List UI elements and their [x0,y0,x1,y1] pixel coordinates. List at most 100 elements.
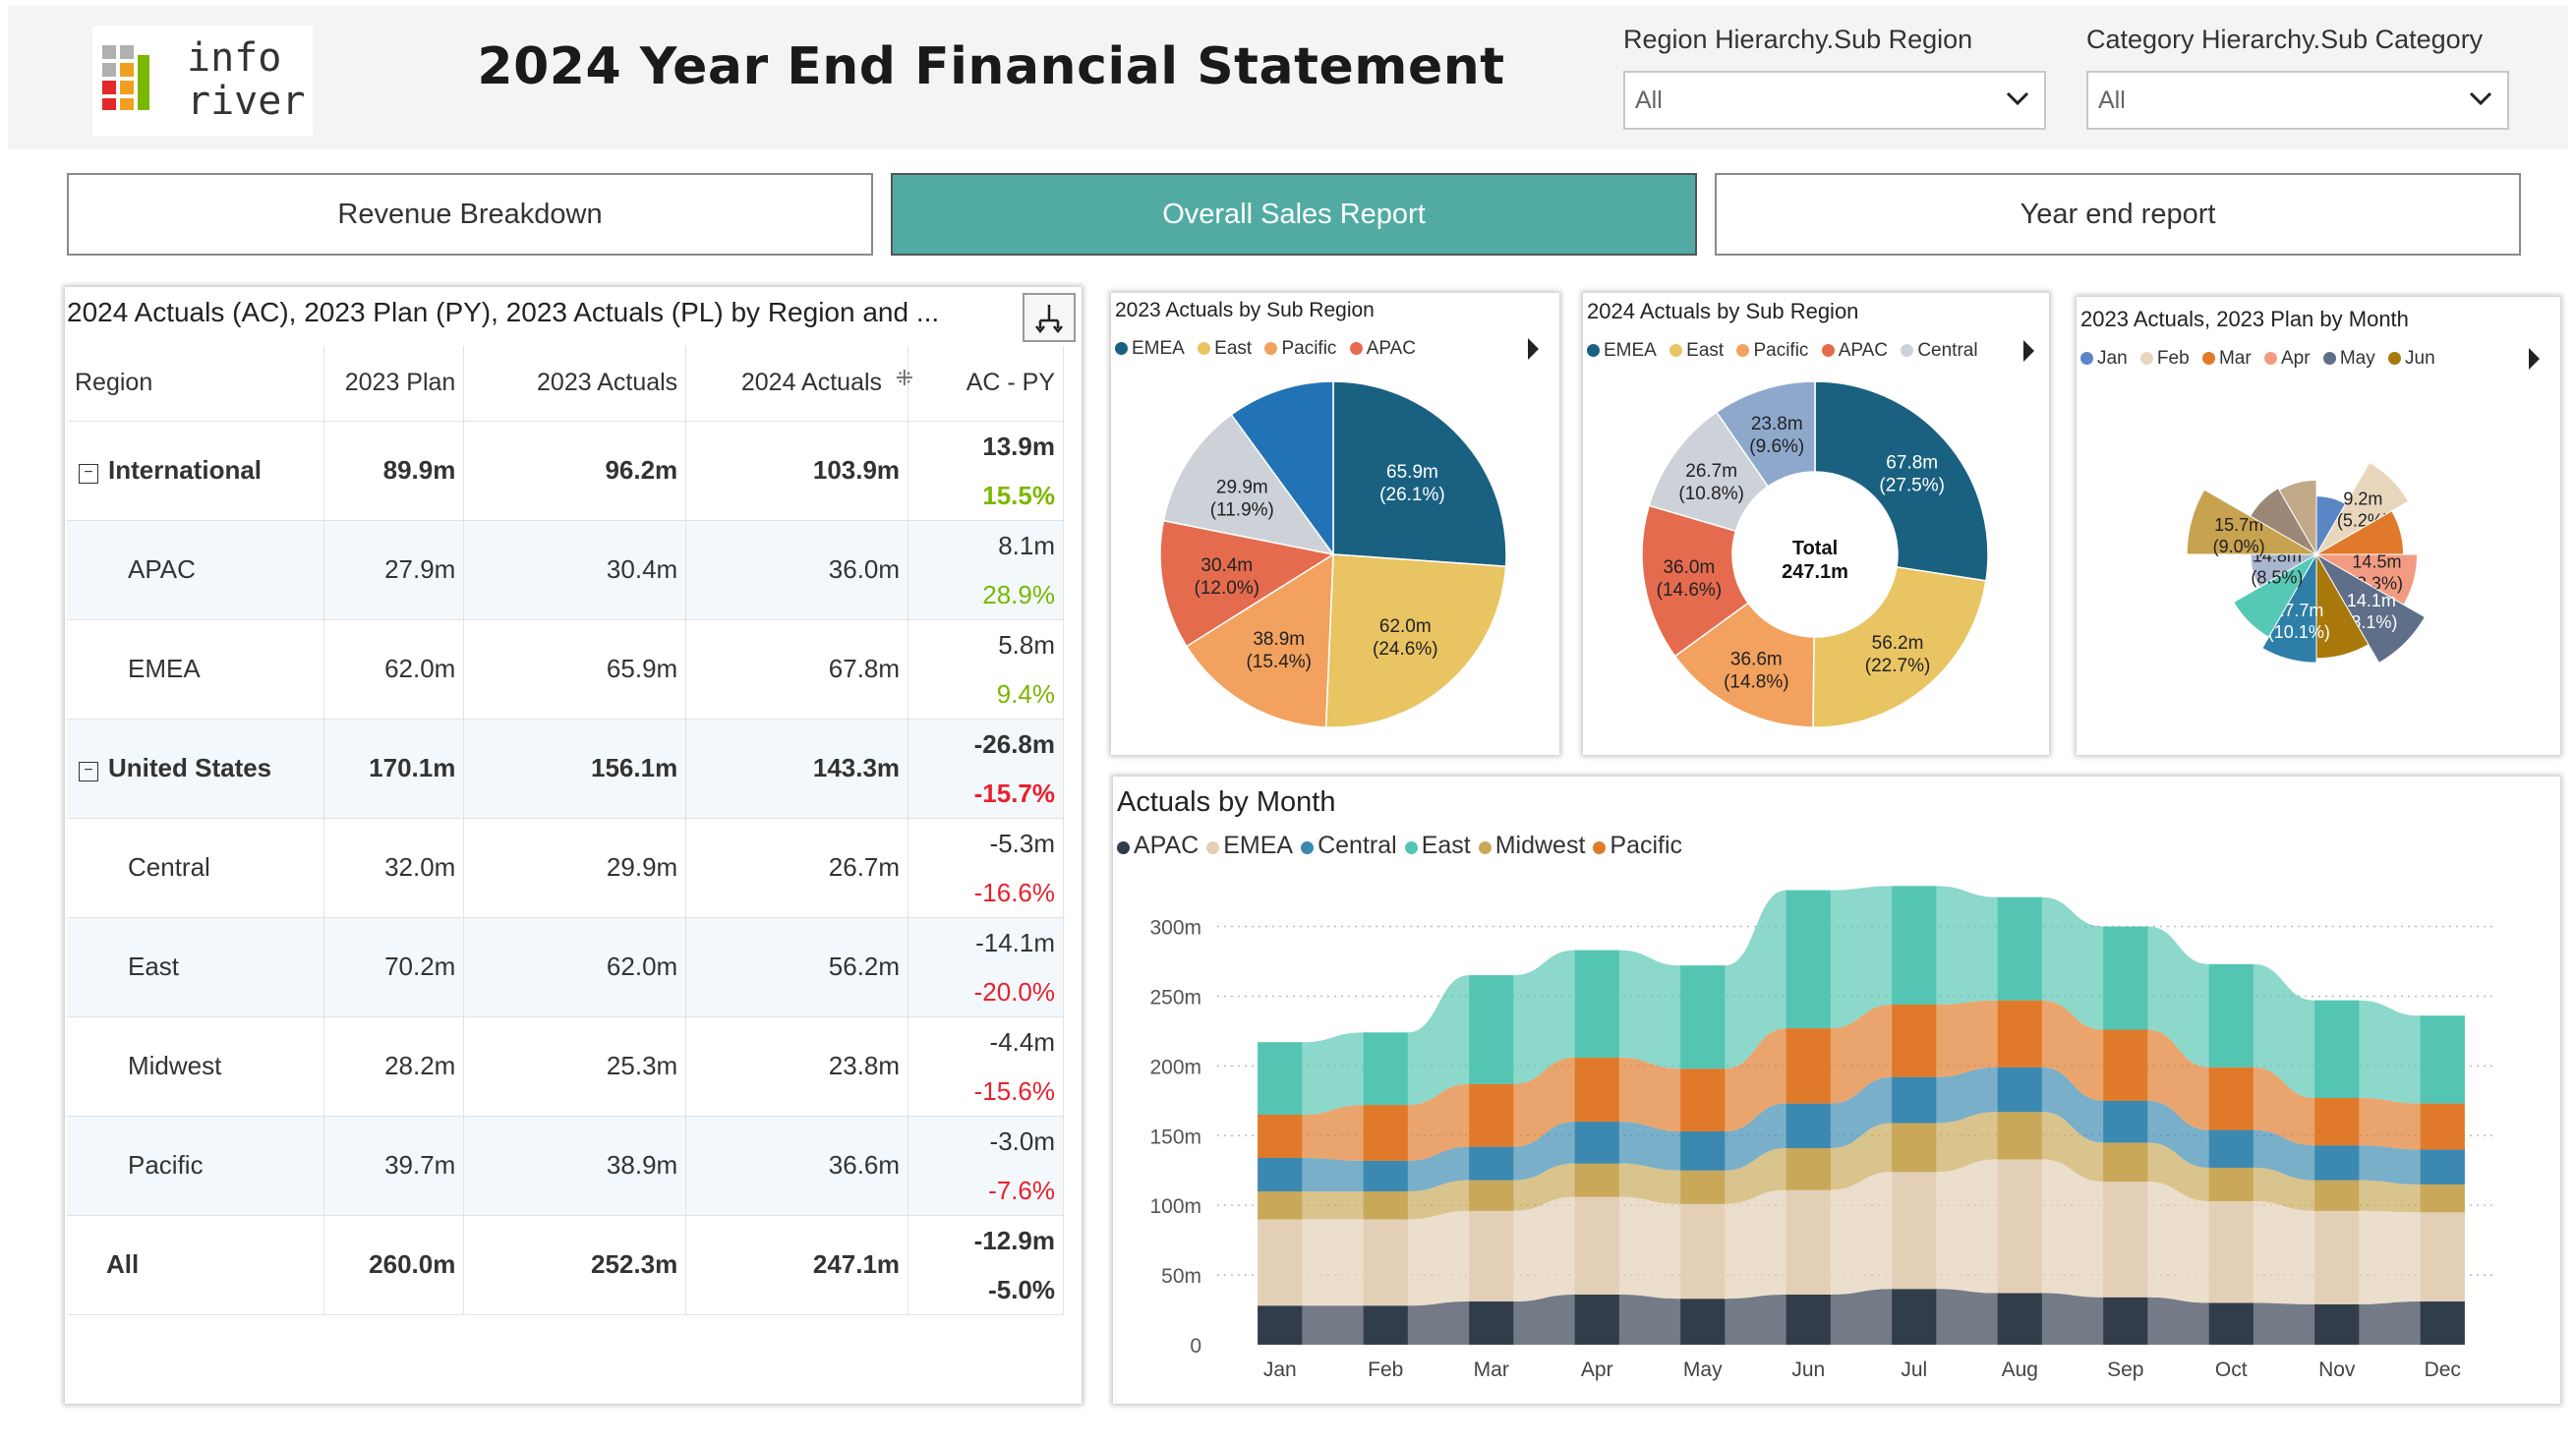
legend-item[interactable]: Mar [2201,348,2252,369]
table-row[interactable]: Pacific 39.7m 38.9m 36.6m -3.0m -7.6% [67,1116,1064,1216]
legend-item[interactable]: Pacific [1264,338,1336,359]
stack-segment[interactable] [2314,1210,2360,1304]
stack-segment[interactable] [1258,1191,1303,1220]
stack-segment[interactable] [1997,896,2042,1001]
stack-segment[interactable] [2103,1029,2148,1101]
stack-segment[interactable] [2314,1000,2360,1098]
tab-revenue-breakdown[interactable]: Revenue Breakdown [67,173,873,256]
stack-segment[interactable] [2208,1129,2254,1168]
stack-segment[interactable] [2420,1015,2465,1104]
table-row[interactable]: APAC 27.9m 30.4m 36.0m 8.1m 28.9% [67,520,1064,620]
stack-segment[interactable] [1786,1294,1831,1345]
stack-segment[interactable] [1363,1191,1408,1220]
collapse-icon[interactable]: − [79,464,98,484]
stack-segment[interactable] [2208,963,2254,1068]
stack-segment[interactable] [1680,1203,1726,1300]
stack-segment[interactable] [1469,1210,1514,1302]
stack-segment[interactable] [2103,1182,2148,1298]
stack-segment[interactable] [1574,1196,1619,1295]
stack-segment[interactable] [1786,1028,1831,1104]
table-row[interactable]: − International 89.9m 96.2m 103.9m 13.9m 1… [67,421,1064,521]
legend-item[interactable]: EMEA [1587,340,1657,361]
tab-year-end-report[interactable]: Year end report [1715,173,2521,256]
stack-segment[interactable] [1574,1122,1619,1164]
legend-item[interactable]: East [1669,340,1724,361]
stack-segment[interactable] [1680,1299,1726,1345]
stack-segment[interactable] [1786,890,1831,1029]
table-row[interactable]: Central 32.0m 29.9m 26.7m -5.3m -16.6% [67,818,1064,918]
legend-item[interactable]: Central [1901,340,1978,361]
legend-item[interactable]: APAC [1349,338,1416,359]
stack-segment[interactable] [1997,1067,2042,1113]
legend-item[interactable]: Jun [2388,348,2435,369]
stack-segment[interactable] [2314,1303,2360,1345]
stack-segment[interactable] [2314,1145,2360,1181]
table-row[interactable]: Midwest 28.2m 25.3m 23.8m -4.4m -15.6% [67,1016,1064,1117]
legend-next-icon[interactable] [2023,340,2034,362]
stack-segment[interactable] [1680,1170,1726,1204]
stack-segment[interactable] [1574,1057,1619,1123]
stack-segment[interactable] [2208,1067,2254,1130]
legend-next-icon[interactable] [2529,348,2540,370]
stack-segment[interactable] [1574,1294,1619,1345]
hierarchy-drill-icon[interactable] [1023,293,1076,342]
legend-item[interactable]: May [2322,348,2375,369]
stack-segment[interactable] [1997,1112,2042,1160]
legend-item[interactable]: East [1198,338,1252,359]
stack-segment[interactable] [1258,1115,1303,1158]
stack-segment[interactable] [2103,1100,2148,1143]
column-header-2023-plan[interactable]: 2023 Plan [323,346,465,422]
stack-segment[interactable] [1363,1032,1408,1106]
legend-item[interactable]: EMEA [1115,338,1185,359]
region-dropdown[interactable]: All [1623,71,2046,130]
collapse-icon[interactable]: − [79,762,98,781]
stack-segment[interactable] [1574,1163,1619,1197]
stack-segment[interactable] [1892,1004,1937,1077]
stack-segment[interactable] [1574,950,1619,1058]
column-header-2023-actuals[interactable]: 2023 Actuals [463,346,687,422]
stack-segment[interactable] [1892,1172,1937,1290]
stack-segment[interactable] [1680,1069,1726,1132]
stack-segment[interactable] [1258,1042,1303,1115]
table-row-total[interactable]: All 260.0m 252.3m 247.1m -12.9m -5.0% [67,1215,1064,1315]
legend-item[interactable]: Jan [2080,348,2128,369]
stack-segment[interactable] [2103,1142,2148,1183]
legend-item[interactable]: APAC [1821,340,1888,361]
column-header-2024-actuals[interactable]: 2024 Actuals ⁜ [685,346,913,422]
stack-segment[interactable] [1997,1159,2042,1294]
stack-segment[interactable] [1469,975,1514,1084]
stack-segment[interactable] [1997,1293,2042,1345]
legend-next-icon[interactable] [1528,338,1539,360]
legend-item[interactable]: Pacific [1736,340,1808,361]
stack-segment[interactable] [2420,1103,2465,1150]
stack-segment[interactable] [1997,1000,2042,1068]
stack-segment[interactable] [1363,1105,1408,1161]
stack-segment[interactable] [2314,1097,2360,1146]
stack-segment[interactable] [2314,1180,2360,1211]
stack-segment[interactable] [1469,1180,1514,1211]
stack-segment[interactable] [2208,1302,2254,1345]
stack-segment[interactable] [2420,1212,2465,1302]
column-header-region[interactable]: Region [67,346,325,422]
legend-item[interactable]: Apr [2263,348,2311,369]
stack-segment[interactable] [1680,1131,1726,1171]
table-row[interactable]: East 70.2m 62.0m 56.2m -14.1m -20.0% [67,917,1064,1017]
category-dropdown[interactable]: All [2086,71,2509,130]
table-row[interactable]: EMEA 62.0m 65.9m 67.8m 5.8m 9.4% [67,619,1064,720]
table-row[interactable]: − United States 170.1m 156.1m 143.3m -26.… [67,719,1064,819]
stack-segment[interactable] [1469,1301,1514,1345]
stack-segment[interactable] [1892,1076,1937,1124]
stack-segment[interactable] [1258,1157,1303,1191]
stack-segment[interactable] [2420,1149,2465,1184]
stack-segment[interactable] [1786,1103,1831,1149]
stack-segment[interactable] [1892,1123,1937,1173]
stack-segment[interactable] [1469,1146,1514,1181]
stack-segment[interactable] [2208,1167,2254,1201]
stack-segment[interactable] [1786,1148,1831,1190]
stack-segment[interactable] [2208,1200,2254,1303]
stack-segment[interactable] [1469,1083,1514,1147]
column-header-ac-py[interactable]: AC - PY [907,346,1064,422]
stack-segment[interactable] [1680,965,1726,1069]
tab-overall-sales-report[interactable]: Overall Sales Report [891,173,1697,256]
stack-segment[interactable] [1363,1160,1408,1191]
